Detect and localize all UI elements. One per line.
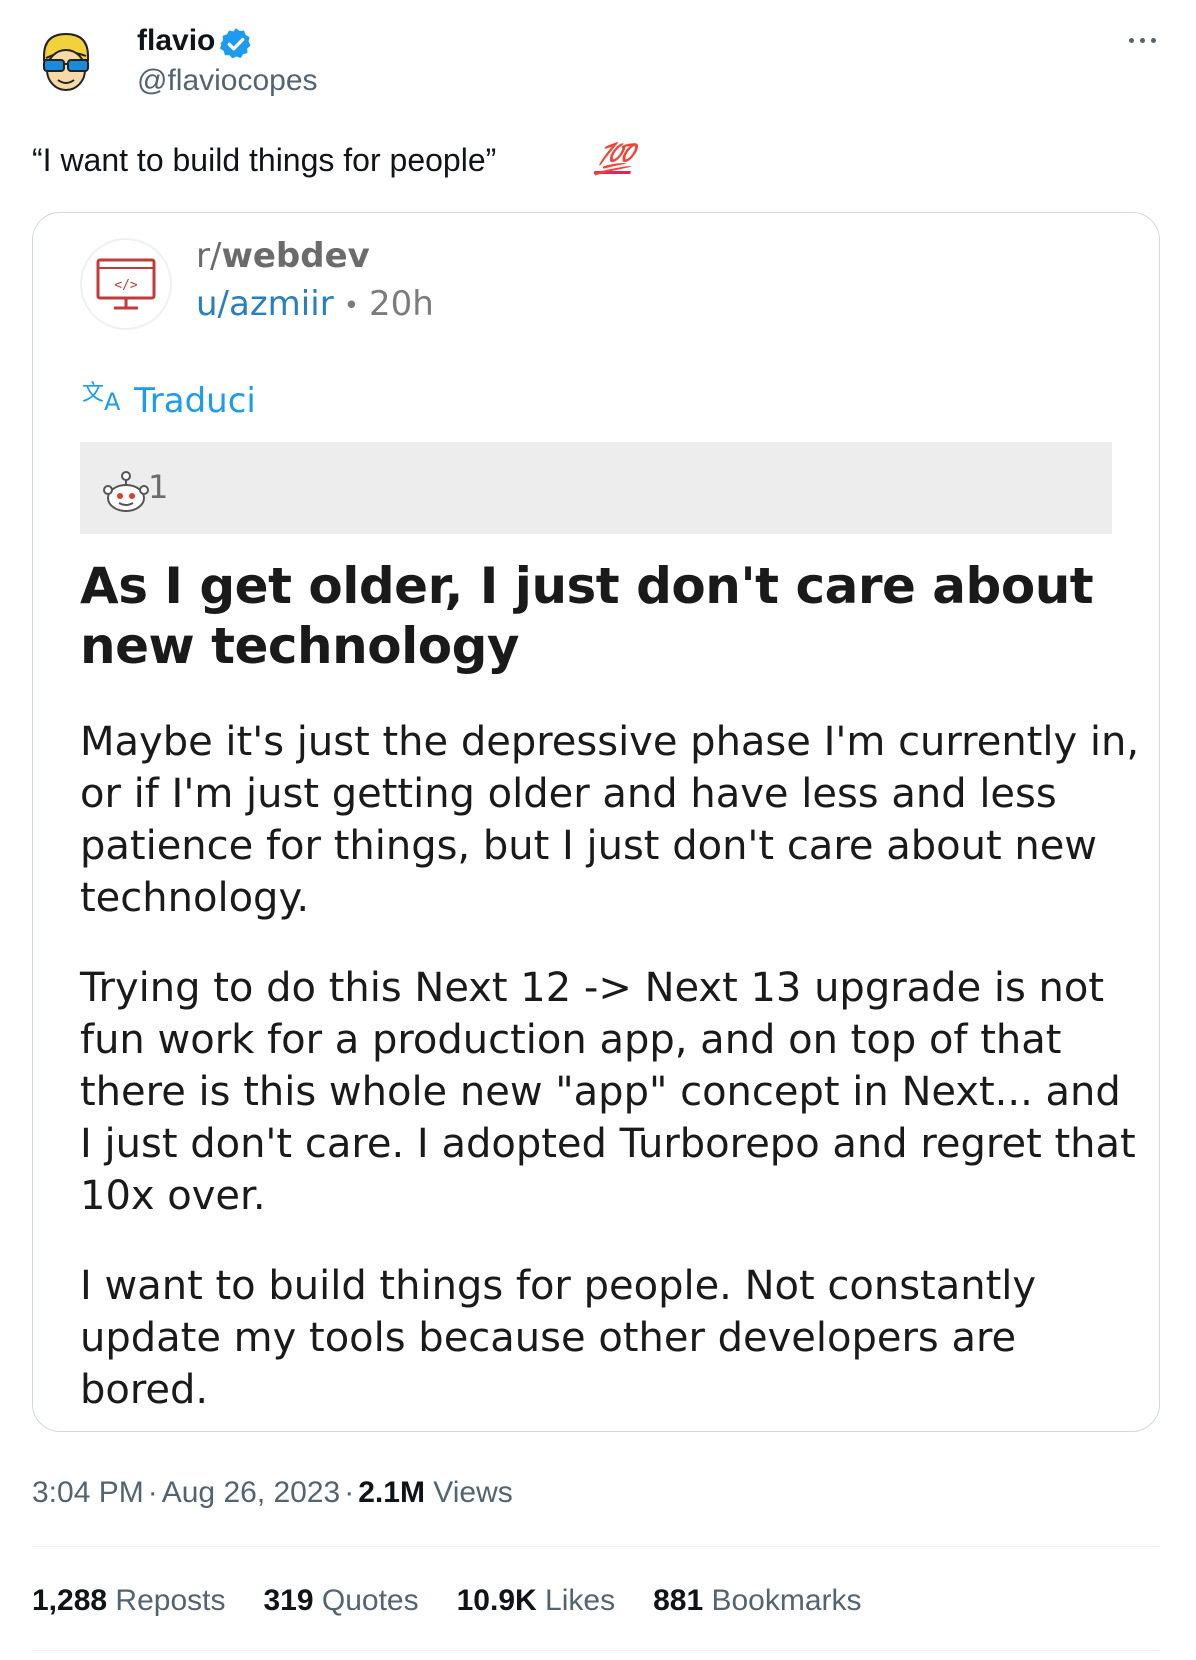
tweet-time[interactable]: 3:04 PM bbox=[32, 1476, 144, 1509]
subreddit-prefix: r/ bbox=[196, 236, 222, 276]
likes-label: Likes bbox=[545, 1584, 616, 1617]
meta-separator: • bbox=[343, 290, 360, 321]
views-count: 2.1M bbox=[358, 1476, 425, 1509]
translate-icon: 文 A bbox=[82, 378, 134, 420]
divider bbox=[32, 1650, 1160, 1651]
award-count: 1 bbox=[148, 468, 169, 506]
svg-text:A: A bbox=[104, 388, 121, 412]
views-label: Views bbox=[433, 1476, 513, 1509]
quotes-stat[interactable]: 319 Quotes bbox=[263, 1584, 418, 1617]
quotes-label: Quotes bbox=[321, 1584, 419, 1617]
reposts-count: 1,288 bbox=[32, 1584, 108, 1617]
post-meta: u/azmiir • 20h bbox=[196, 284, 434, 324]
divider bbox=[32, 1546, 1160, 1547]
quotes-count: 319 bbox=[263, 1584, 314, 1617]
reddit-username[interactable]: u/azmiir bbox=[196, 284, 334, 324]
reposts-stat[interactable]: 1,288 Reposts bbox=[32, 1584, 225, 1617]
tweet-text: “I want to build things for people” bbox=[32, 142, 497, 178]
post-paragraph: Trying to do this Next 12 -> Next 13 upg… bbox=[80, 965, 1136, 1219]
bookmarks-stat[interactable]: 881 Bookmarks bbox=[653, 1584, 861, 1617]
translate-label: Traduci bbox=[134, 381, 256, 421]
post-age: 20h bbox=[369, 284, 434, 324]
hundred-points-emoji: 💯 bbox=[593, 143, 635, 176]
likes-count: 10.9K bbox=[456, 1584, 537, 1617]
author-handle[interactable]: @flaviocopes bbox=[137, 64, 318, 98]
awards-bar: 1 bbox=[80, 442, 1112, 534]
post-title: As I get older, I just don't care about … bbox=[80, 557, 1094, 675]
likes-stat[interactable]: 10.9K Likes bbox=[457, 1584, 615, 1617]
reddit-award-icon bbox=[100, 466, 152, 516]
translate-button[interactable]: 文 A Traduci bbox=[82, 378, 256, 421]
reposts-label: Reposts bbox=[115, 1584, 226, 1617]
tweet-date[interactable]: Aug 26, 2023 bbox=[162, 1476, 341, 1509]
svg-text:</>: </> bbox=[114, 278, 138, 293]
svg-text:文: 文 bbox=[82, 381, 104, 406]
post-paragraph: I want to build things for people. Not c… bbox=[80, 1263, 1037, 1413]
subreddit-name[interactable]: r/webdev bbox=[196, 236, 370, 276]
bookmarks-label: Bookmarks bbox=[711, 1584, 862, 1617]
meta-dot: · bbox=[344, 1476, 355, 1509]
code-monitor-icon: </> bbox=[80, 238, 172, 330]
subreddit-label: webdev bbox=[221, 236, 370, 276]
author-avatar[interactable] bbox=[30, 26, 102, 98]
author-name[interactable]: flavio bbox=[137, 24, 215, 58]
engagement-stats: 1,288 Reposts 319 Quotes 10.9K Likes 881 Bo… bbox=[32, 1584, 900, 1618]
post-paragraph: Maybe it's just the depressive phase I'm… bbox=[80, 719, 1140, 921]
meta-dot: · bbox=[147, 1476, 158, 1509]
bookmarks-count: 881 bbox=[653, 1584, 704, 1617]
tweet-meta: 3:04 PM · Aug 26, 2023 · 2.1M Views bbox=[32, 1476, 513, 1510]
more-options-icon[interactable] bbox=[1126, 30, 1162, 54]
verified-badge-icon bbox=[218, 26, 254, 62]
